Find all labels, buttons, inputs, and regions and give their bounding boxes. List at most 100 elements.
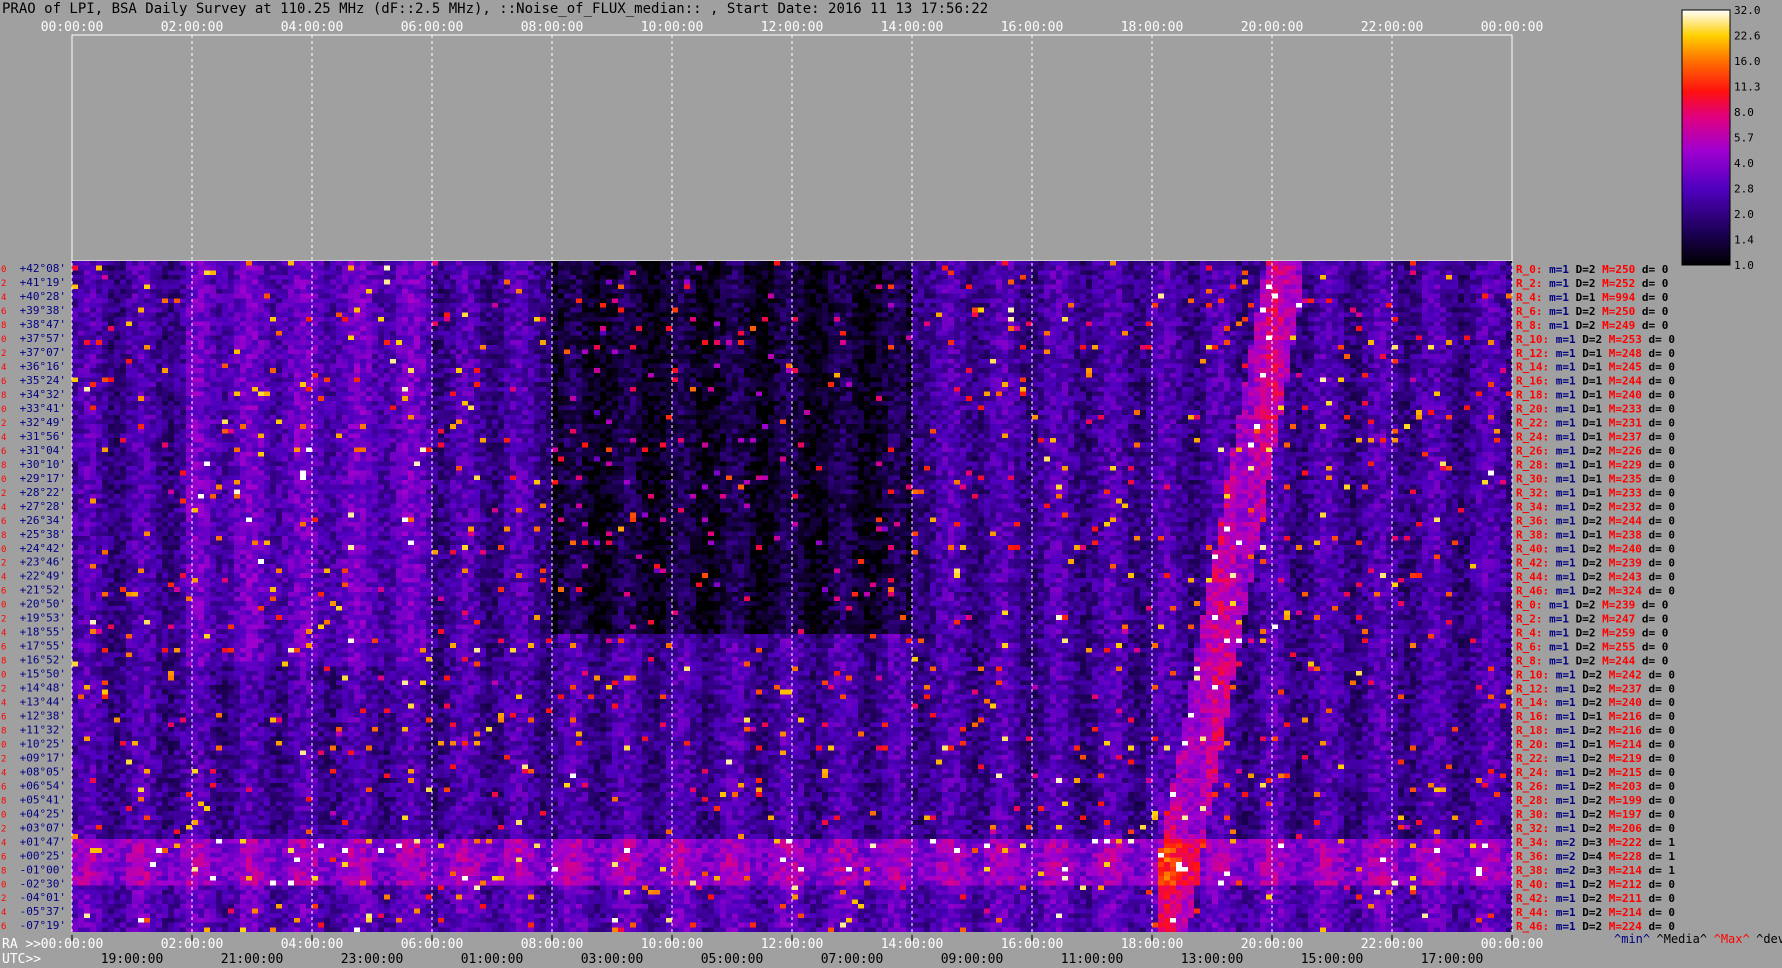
colorbar-tick-label: 4.0 [1734, 157, 1754, 170]
row-stat: R_10: m=1 D=2 M=253 d= 0 [1516, 333, 1675, 346]
row-index: 0 [1, 601, 6, 611]
row-index: 0 [1, 740, 6, 750]
row-index: 2 [1, 489, 6, 499]
top-tick-label: 08:00:00 [521, 20, 584, 35]
declination-label: +27°28' [20, 500, 66, 513]
declination-label: +32°49' [20, 416, 66, 429]
row-index: 6 [1, 713, 6, 723]
top-tick-label: 16:00:00 [1001, 20, 1064, 35]
row-index: 4 [1, 768, 6, 778]
declination-label: +28°22' [20, 486, 66, 499]
colorbar-tick-label: 32.0 [1734, 4, 1761, 17]
row-stat: R_0: m=1 D=2 M=250 d= 0 [1516, 263, 1668, 276]
declination-label: +22°49' [20, 570, 66, 583]
row-stat: R_12: m=1 D=1 M=248 d= 0 [1516, 347, 1675, 360]
utc-tick-label: 17:00:00 [1421, 952, 1484, 967]
row-index: 6 [1, 782, 6, 792]
row-stat: R_38: m=1 D=1 M=238 d= 0 [1516, 528, 1675, 541]
row-index: 2 [1, 824, 6, 834]
declination-label: +31°04' [20, 444, 66, 457]
top-tick-label: 20:00:00 [1241, 20, 1304, 35]
declination-label: +17°55' [20, 640, 66, 653]
colorbar-tick-label: 8.0 [1734, 106, 1754, 119]
row-stat: R_30: m=1 D=2 M=197 d= 0 [1516, 808, 1675, 821]
row-index: 0 [1, 880, 6, 890]
row-index: 6 [1, 587, 6, 597]
declination-label: +01°47' [20, 835, 66, 848]
row-index: 0 [1, 405, 6, 415]
top-tick-label: 00:00:00 [41, 20, 104, 35]
declination-label: +00°25' [20, 849, 66, 862]
declination-label: +23°46' [20, 556, 66, 569]
row-stat: R_36: m=1 D=2 M=244 d= 0 [1516, 515, 1675, 528]
row-stat: R_26: m=1 D=2 M=203 d= 0 [1516, 780, 1675, 793]
row-index: 4 [1, 363, 6, 373]
top-tick-label: 12:00:00 [761, 20, 824, 35]
row-index: 6 [1, 643, 6, 653]
row-stat: R_40: m=1 D=2 M=240 d= 0 [1516, 542, 1675, 555]
row-stat: R_4: m=1 D=1 M=994 d= 0 [1516, 291, 1668, 304]
stats-legend-item: ^Media^ [1657, 932, 1708, 946]
row-index: 4 [1, 908, 6, 918]
row-stat: R_42: m=1 D=2 M=239 d= 0 [1516, 556, 1675, 569]
colorbar-tick-label: 2.8 [1734, 183, 1754, 196]
row-index: 0 [1, 810, 6, 820]
row-index: 2 [1, 279, 6, 289]
utc-tick-label: 07:00:00 [821, 952, 884, 967]
row-index: 4 [1, 293, 6, 303]
survey-chart: 00:00:00 02:00:00 04:00:00 06:00:00 08:00:00… [1, 4, 1782, 967]
row-stat: R_30: m=1 D=1 M=235 d= 0 [1516, 473, 1675, 486]
declination-label: +20°50' [20, 598, 66, 611]
row-index: 0 [1, 265, 6, 275]
declination-label: +19°53' [20, 612, 66, 625]
declination-label: +09°17' [20, 751, 66, 764]
declination-label: +10°25' [20, 737, 66, 750]
top-tick-label: 22:00:00 [1361, 20, 1424, 35]
colorbar-tick-label: 1.0 [1734, 259, 1754, 272]
row-index: 8 [1, 726, 6, 736]
row-stat: R_38: m=2 D=3 M=214 d= 1 [1516, 864, 1675, 877]
utc-tick-label: 01:00:00 [461, 952, 524, 967]
row-stat: R_40: m=1 D=2 M=212 d= 0 [1516, 878, 1675, 891]
colorbar-tick-label: 5.7 [1734, 132, 1754, 145]
row-stat: R_8: m=1 D=2 M=249 d= 0 [1516, 319, 1668, 332]
declination-label: +16°52' [20, 654, 66, 667]
row-index: 8 [1, 321, 6, 331]
declination-label: -04°01' [20, 891, 66, 904]
row-index: 2 [1, 419, 6, 429]
utc-tick-label: 03:00:00 [581, 952, 644, 967]
declination-label: +08°05' [20, 765, 66, 778]
row-stat: R_44: m=1 D=2 M=243 d= 0 [1516, 570, 1675, 583]
colorbar-tick-label: 2.0 [1734, 208, 1754, 221]
row-stat: R_8: m=1 D=2 M=244 d= 0 [1516, 654, 1668, 667]
declination-axis: 0 +42°08' 2 +41°19' 4 +40°28' 6 +39°38' 8 +38°47'… [1, 262, 66, 932]
declination-label: +39°38' [20, 304, 66, 317]
row-stat: R_42: m=1 D=2 M=211 d= 0 [1516, 892, 1675, 905]
declination-label: +21°52' [20, 584, 66, 597]
row-stat: R_20: m=1 D=1 M=214 d= 0 [1516, 738, 1675, 751]
row-index: 4 [1, 838, 6, 848]
declination-label: +26°34' [20, 514, 66, 527]
row-stat: R_26: m=1 D=2 M=226 d= 0 [1516, 445, 1675, 458]
declination-label: +25°38' [20, 528, 66, 541]
top-tick-label: 14:00:00 [881, 20, 944, 35]
row-index: 8 [1, 531, 6, 541]
declination-label: +42°08' [20, 262, 66, 275]
row-index: 8 [1, 796, 6, 806]
row-index: 0 [1, 335, 6, 345]
declination-label: +04°25' [20, 807, 66, 820]
declination-label: +03°07' [20, 821, 66, 834]
top-tick-label: 18:00:00 [1121, 20, 1184, 35]
row-stat: R_22: m=1 D=1 M=231 d= 0 [1516, 417, 1675, 430]
declination-label: -01°00' [20, 863, 66, 876]
row-stat: R_34: m=1 D=2 M=232 d= 0 [1516, 501, 1675, 514]
declination-label: +36°16' [20, 360, 66, 373]
row-index: 4 [1, 573, 6, 583]
row-index: 8 [1, 391, 6, 401]
row-stat: R_34: m=2 D=3 M=222 d= 1 [1516, 836, 1675, 849]
declination-label: -02°30' [20, 877, 66, 890]
declination-label: +35°24' [20, 374, 66, 387]
row-stat: R_18: m=1 D=1 M=240 d= 0 [1516, 389, 1675, 402]
row-stat: R_44: m=1 D=2 M=214 d= 0 [1516, 906, 1675, 919]
colorbar-tick-label: 22.6 [1734, 30, 1761, 43]
